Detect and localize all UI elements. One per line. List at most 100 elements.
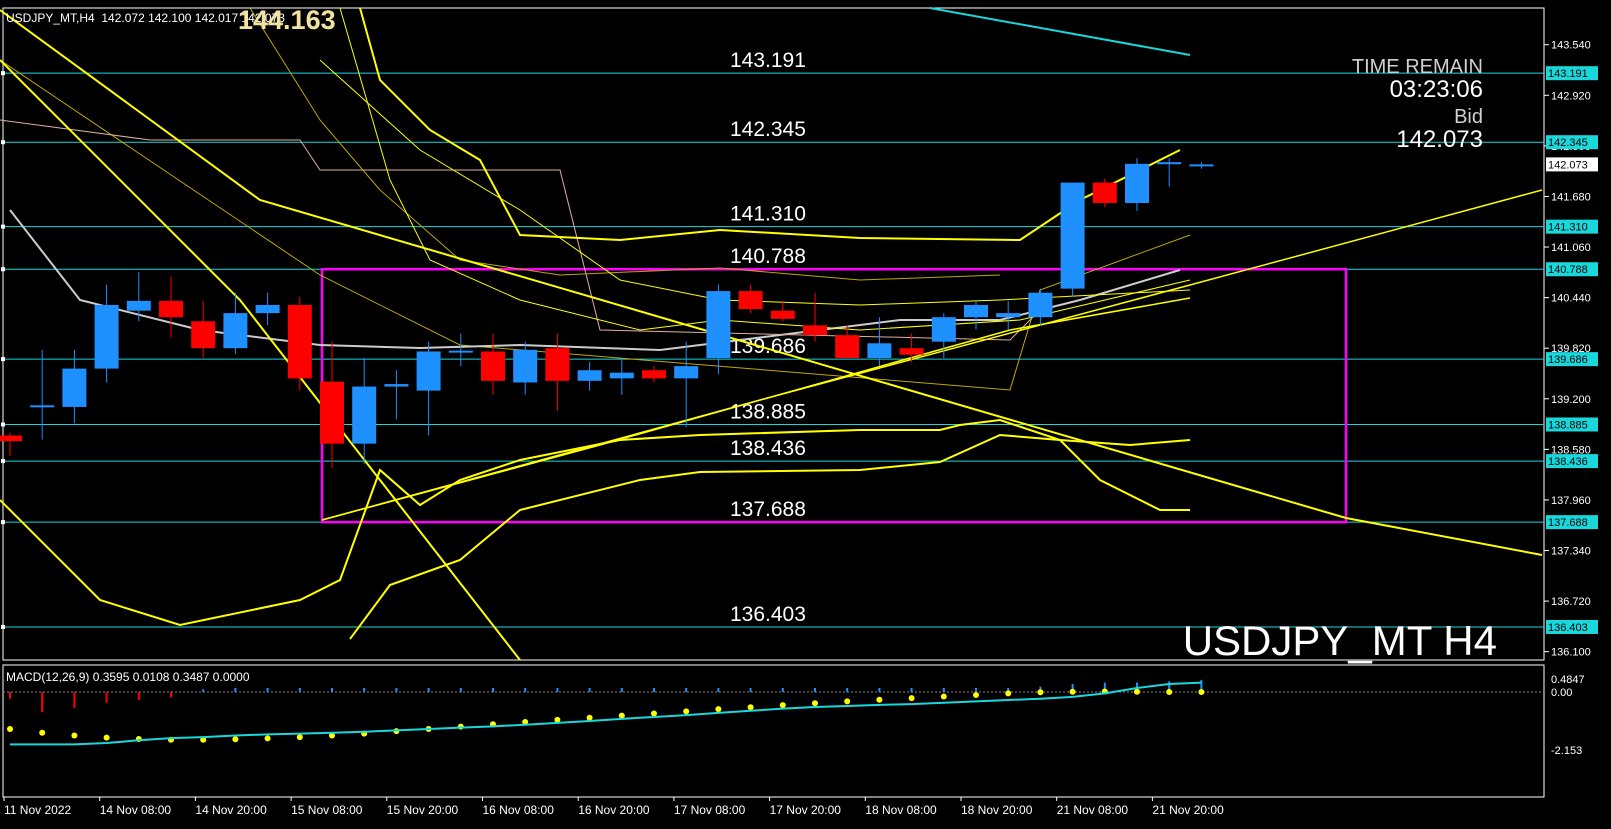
candle-body <box>674 366 699 379</box>
candle <box>642 366 666 383</box>
candle-body <box>287 304 312 379</box>
candle <box>384 370 409 420</box>
x-tick-label: 14 Nov 08:00 <box>100 803 172 817</box>
price-chart[interactable]: 143.540142.920142.300141.680141.060140.4… <box>0 0 1611 829</box>
y-tick-label: 142.920 <box>1551 90 1591 102</box>
candle-body <box>706 291 731 358</box>
candle-body <box>738 291 763 310</box>
macd-signal-dot <box>1134 688 1140 695</box>
macd-signal-dot <box>779 702 786 709</box>
level-price-tag-label: 143.191 <box>1548 68 1588 80</box>
macd-signal-dot <box>1166 689 1173 695</box>
level-price-tag-label: 141.310 <box>1548 222 1588 234</box>
macd-signal-dot <box>1069 688 1076 695</box>
candle <box>835 325 860 358</box>
y-tick-label: 136.720 <box>1551 596 1591 608</box>
macd-signal-dot <box>973 691 979 698</box>
macd-signal-dot <box>876 696 883 703</box>
candle <box>287 296 312 391</box>
candle-body <box>770 310 795 319</box>
y-tick-label: 141.680 <box>1551 191 1591 203</box>
candle-body <box>931 317 956 342</box>
candle <box>770 300 795 322</box>
indicator-line <box>0 9 1543 556</box>
candle-body <box>191 321 216 349</box>
candle-body <box>577 370 602 381</box>
macd-signal-dot <box>715 706 722 713</box>
candle <box>803 292 827 342</box>
macd-signal-dot <box>683 708 690 715</box>
x-tick-label: 16 Nov 08:00 <box>483 803 555 817</box>
level-label: 139.686 <box>730 335 806 358</box>
y-tick-label: 137.960 <box>1551 495 1591 507</box>
level-anchor <box>1 71 5 76</box>
candle <box>1060 182 1085 297</box>
macd-signal-dot <box>7 726 13 733</box>
candle-body <box>513 349 538 383</box>
big-price-label: 144.163 <box>238 5 336 35</box>
level-anchor <box>1 520 5 525</box>
candle-body <box>1189 164 1214 167</box>
bid-value: 142.073 <box>1396 126 1483 153</box>
symbol-timeframe: USDJPY_MT,H4 <box>6 11 95 25</box>
candle <box>94 284 119 383</box>
candle-body <box>255 304 280 314</box>
macd-header: MACD(12,26,9) 0.3595 0.0108 0.3487 0.000… <box>6 670 250 684</box>
level-anchor <box>1 624 5 629</box>
candle-body <box>481 351 505 381</box>
level-price-tag-label: 140.788 <box>1548 264 1588 276</box>
macd-pane-frame <box>2 664 1545 798</box>
candle <box>609 357 634 395</box>
candle-body <box>352 386 377 444</box>
candle-body <box>1092 182 1117 203</box>
level-price-tag-label: 136.403 <box>1548 622 1588 634</box>
indicator-line <box>0 59 1191 391</box>
symbol-watermark: USDJPY_MT H4 <box>1182 617 1497 664</box>
level-anchor <box>1 140 5 145</box>
candle <box>1125 158 1149 212</box>
range-box <box>320 267 1348 524</box>
candle-body <box>803 325 827 336</box>
macd-signal-dot <box>1198 689 1205 695</box>
bid-price-tag-label: 142.073 <box>1548 159 1588 171</box>
macd-y-tick-label: 0.4847 <box>1551 674 1585 686</box>
indicator-line <box>0 119 1041 341</box>
level-price-tag-label: 139.686 <box>1548 354 1588 366</box>
macd-y-tick-label: -2.153 <box>1551 745 1582 757</box>
candle-body <box>223 313 248 349</box>
level-label: 138.436 <box>730 437 806 460</box>
macd-signal-dot <box>844 698 851 705</box>
candle <box>964 300 988 330</box>
x-tick-label: 16 Nov 20:00 <box>578 803 650 817</box>
level-label: 142.345 <box>730 118 806 141</box>
candle-body <box>0 435 22 442</box>
y-tick-label: 143.540 <box>1551 40 1591 52</box>
macd-signal-dot <box>1005 690 1012 697</box>
candle <box>1157 158 1182 187</box>
candle <box>320 341 344 469</box>
macd-signal-dot <box>232 736 239 743</box>
candle-body <box>320 381 344 444</box>
candle-body <box>1125 163 1149 203</box>
x-tick-label: 21 Nov 08:00 <box>1057 803 1129 817</box>
y-tick-label: 136.100 <box>1551 647 1591 659</box>
y-tick-label: 140.440 <box>1551 293 1591 305</box>
candle-body <box>384 384 409 387</box>
candle <box>706 284 731 375</box>
candle-body <box>30 405 55 408</box>
level-label: 137.688 <box>730 498 806 521</box>
y-tick-label: 141.060 <box>1551 242 1591 254</box>
macd-signal-dot <box>71 732 78 739</box>
candle <box>1092 178 1117 208</box>
level-anchor <box>1 459 5 464</box>
level-label: 136.403 <box>730 603 806 626</box>
indicator-line <box>9 209 1181 352</box>
x-tick-label: 15 Nov 20:00 <box>387 803 459 817</box>
candle-body <box>899 348 924 355</box>
candle <box>448 333 473 367</box>
candle-body <box>996 313 1021 318</box>
candle-body <box>416 351 441 391</box>
candle <box>738 284 763 314</box>
level-price-tag-label: 138.436 <box>1548 456 1588 468</box>
candle-body <box>62 368 87 407</box>
